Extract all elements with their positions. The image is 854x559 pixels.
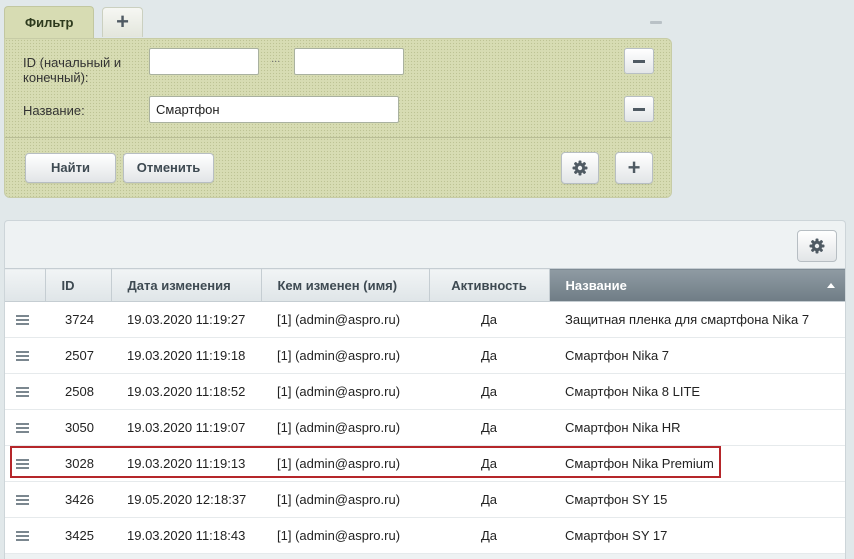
id-range-separator: ... (271, 53, 281, 65)
column-header-name[interactable]: Название (549, 268, 845, 302)
grid-settings-button[interactable] (797, 230, 837, 262)
filter-divider (5, 137, 671, 138)
cell-name: Смартфон Nika HR (549, 409, 845, 446)
cell-name: Смартфон Nika 8 LITE (549, 373, 845, 410)
plus-icon: + (116, 9, 129, 34)
minus-icon (633, 107, 645, 111)
name-input[interactable] (149, 96, 399, 123)
table-row[interactable]: 3425 19.03.2020 11:18:43 [1] (admin@aspro.… (5, 517, 845, 554)
find-button[interactable]: Найти (25, 153, 116, 183)
cell-date: 19.03.2020 11:19:13 (111, 445, 261, 482)
cancel-button[interactable]: Отменить (123, 153, 214, 183)
cell-active: Да (429, 445, 549, 482)
cell-active: Да (429, 301, 549, 338)
cell-id: 2507 (45, 337, 111, 374)
cell-name: Смартфон SY 17 (549, 517, 845, 554)
cell-date: 19.03.2020 11:19:27 (111, 301, 261, 338)
table-row[interactable]: 3426 19.05.2020 12:18:37 [1] (admin@aspro.… (5, 481, 845, 518)
column-header-name-label: Название (565, 277, 627, 293)
cell-active: Да (429, 373, 549, 410)
table-row[interactable]: 3050 19.03.2020 11:19:07 [1] (admin@aspro.… (5, 409, 845, 446)
row-menu-cell[interactable] (5, 301, 45, 338)
plus-icon: + (627, 155, 641, 180)
hamburger-icon[interactable] (16, 313, 29, 327)
add-filter-field-button[interactable]: + (615, 152, 653, 184)
cell-name: Смартфон SY 15 (549, 481, 845, 518)
cell-active: Да (429, 481, 549, 518)
row-menu-cell[interactable] (5, 337, 45, 374)
cell-id: 2508 (45, 373, 111, 410)
cell-date: 19.03.2020 11:18:52 (111, 373, 261, 410)
cell-modified-by: [1] (admin@aspro.ru) (261, 481, 429, 518)
column-header-date[interactable]: Дата изменения (111, 268, 262, 302)
cell-modified-by: [1] (admin@aspro.ru) (261, 517, 429, 554)
cell-id: 3028 (45, 445, 111, 482)
hamburger-icon[interactable] (16, 385, 29, 399)
id-to-input[interactable] (294, 48, 404, 75)
table-row[interactable]: 2508 19.03.2020 11:18:52 [1] (admin@aspro.… (5, 373, 845, 410)
id-from-input[interactable] (149, 48, 259, 75)
filter-panel: ID (начальный и конечный): ... Название:… (4, 38, 672, 198)
column-header-id[interactable]: ID (45, 268, 112, 302)
gear-icon (809, 238, 825, 254)
add-filter-tab-button[interactable]: + (102, 7, 143, 37)
minus-icon (633, 59, 645, 63)
cell-active: Да (429, 517, 549, 554)
hamburger-icon[interactable] (16, 349, 29, 363)
table-header-row: ID Дата изменения Кем изменен (имя) Акти… (5, 268, 845, 302)
column-header-active[interactable]: Активность (429, 268, 550, 302)
grid-panel: ID Дата изменения Кем изменен (имя) Акти… (4, 220, 846, 559)
cell-modified-by: [1] (admin@aspro.ru) (261, 301, 429, 338)
hamburger-icon[interactable] (16, 529, 29, 543)
column-header-modified-by[interactable]: Кем изменен (имя) (261, 268, 430, 302)
cell-active: Да (429, 337, 549, 374)
cell-id: 3425 (45, 517, 111, 554)
data-table: ID Дата изменения Кем изменен (имя) Акти… (5, 268, 845, 554)
name-label: Название: (23, 103, 85, 118)
remove-name-field-button[interactable] (624, 96, 654, 122)
tab-filter[interactable]: Фильтр (4, 6, 94, 40)
row-menu-cell[interactable] (5, 409, 45, 446)
gear-icon (572, 160, 588, 176)
cell-modified-by: [1] (admin@aspro.ru) (261, 409, 429, 446)
row-menu-cell[interactable] (5, 373, 45, 410)
cell-modified-by: [1] (admin@aspro.ru) (261, 337, 429, 374)
sort-asc-icon (827, 283, 835, 288)
table-row[interactable]: 2507 19.03.2020 11:19:18 [1] (admin@aspro.… (5, 337, 845, 374)
cell-date: 19.05.2020 12:18:37 (111, 481, 261, 518)
cell-name: Смартфон Nika 7 (549, 337, 845, 374)
id-range-label-line1: ID (начальный и (23, 55, 122, 70)
column-header-menu (5, 268, 46, 302)
filter-settings-button[interactable] (561, 152, 599, 184)
id-range-label-line2: конечный): (23, 70, 89, 85)
cell-modified-by: [1] (admin@aspro.ru) (261, 373, 429, 410)
cell-modified-by: [1] (admin@aspro.ru) (261, 445, 429, 482)
cell-name: Защитная пленка для смартфона Nika 7 (549, 301, 845, 338)
cell-active: Да (429, 409, 549, 446)
cell-id: 3724 (45, 301, 111, 338)
remove-id-field-button[interactable] (624, 48, 654, 74)
collapse-filter-icon[interactable] (650, 21, 662, 24)
cell-date: 19.03.2020 11:19:07 (111, 409, 261, 446)
table-row[interactable]: 3724 19.03.2020 11:19:27 [1] (admin@aspro.… (5, 301, 845, 338)
cell-id: 3426 (45, 481, 111, 518)
cell-name: Смартфон Nika Premium (549, 445, 845, 482)
cell-date: 19.03.2020 11:18:43 (111, 517, 261, 554)
hamburger-icon[interactable] (16, 457, 29, 471)
cell-id: 3050 (45, 409, 111, 446)
table-row[interactable]: 3028 19.03.2020 11:19:13 [1] (admin@aspro.… (5, 445, 845, 482)
id-range-label: ID (начальный и конечный): (23, 55, 121, 85)
cell-date: 19.03.2020 11:19:18 (111, 337, 261, 374)
row-menu-cell[interactable] (5, 517, 45, 554)
row-menu-cell[interactable] (5, 481, 45, 518)
row-menu-cell[interactable] (5, 445, 45, 482)
hamburger-icon[interactable] (16, 493, 29, 507)
hamburger-icon[interactable] (16, 421, 29, 435)
